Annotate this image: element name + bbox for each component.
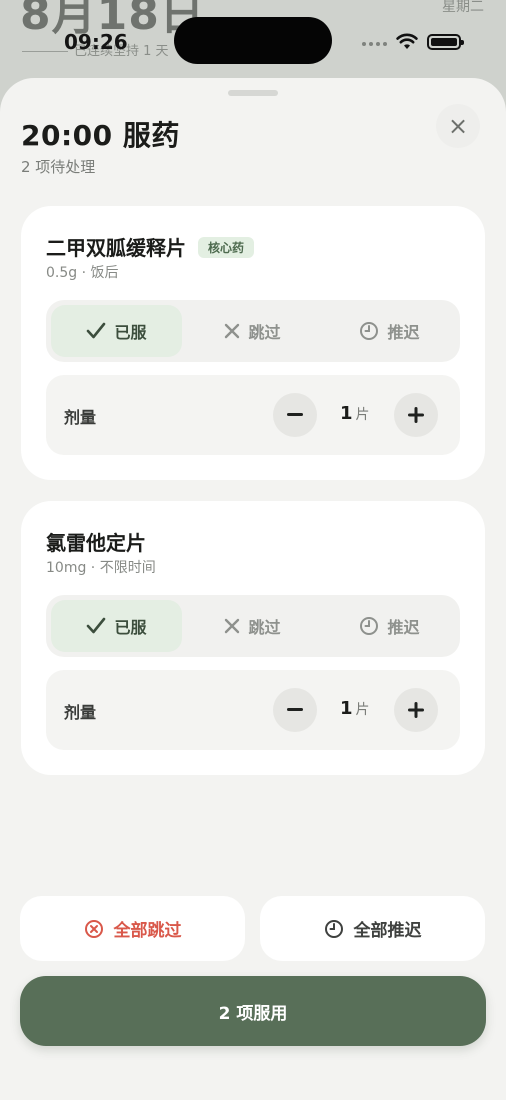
medication-sheet: 20:00 服药 2 项待处理 × 二甲双胍缓释片 核心药 0.5g · 饭后 已… <box>0 78 506 1100</box>
skip-all-button[interactable]: 全部跳过 <box>20 896 245 961</box>
medication-name-row: 二甲双胍缓释片 核心药 <box>46 232 255 261</box>
plus-icon <box>408 702 424 718</box>
taken-button[interactable]: 已服 <box>51 305 182 357</box>
medication-card: 氯雷他定片 10mg · 不限时间 已服 跳过 推迟 剂量 1片 <box>21 501 485 775</box>
skip-all-label: 全部跳过 <box>113 921 182 941</box>
cellular-signal-icon <box>362 42 387 46</box>
postpone-button[interactable]: 推迟 <box>324 305 455 357</box>
minus-icon <box>287 413 303 416</box>
sheet-subtitle: 2 项待处理 <box>21 158 96 176</box>
close-icon: × <box>447 112 469 140</box>
sheet-grabber[interactable] <box>228 90 278 96</box>
dynamic-island <box>174 17 332 64</box>
skip-button[interactable]: 跳过 <box>187 305 318 357</box>
dose-label: 剂量 <box>64 703 97 722</box>
postpone-label: 推迟 <box>387 323 420 342</box>
increase-dose-button[interactable] <box>394 688 438 732</box>
postpone-all-button[interactable]: 全部推迟 <box>260 896 485 961</box>
medication-name: 氯雷他定片 <box>46 531 146 555</box>
close-icon <box>225 618 240 634</box>
taken-label: 已服 <box>114 618 147 637</box>
confirm-taken-button[interactable]: 2 项服用 <box>20 976 486 1046</box>
clock-icon <box>360 617 379 635</box>
core-drug-tag: 核心药 <box>198 237 255 258</box>
dose-value: 1 <box>340 403 353 424</box>
skip-label: 跳过 <box>248 323 281 342</box>
status-segment: 已服 跳过 推迟 <box>46 595 460 657</box>
x-circle-icon <box>84 919 103 938</box>
check-icon <box>87 617 106 634</box>
skip-label: 跳过 <box>248 618 281 637</box>
decrease-dose-button[interactable] <box>273 688 317 732</box>
minus-icon <box>287 708 303 711</box>
confirm-label: 2 项服用 <box>218 1003 288 1024</box>
sheet-title: 20:00 服药 <box>21 119 180 152</box>
close-button[interactable]: × <box>436 104 480 148</box>
plus-icon <box>408 407 424 423</box>
close-icon <box>225 323 240 339</box>
status-time: 09:26 <box>64 30 128 54</box>
dose-unit: 片 <box>355 407 370 423</box>
status-segment: 已服 跳过 推迟 <box>46 300 460 362</box>
medication-card: 二甲双胍缓释片 核心药 0.5g · 饭后 已服 跳过 推迟 剂量 1片 <box>21 206 485 480</box>
medication-name: 二甲双胍缓释片 <box>46 236 186 260</box>
skip-button[interactable]: 跳过 <box>187 600 318 652</box>
dose-row: 剂量 1片 <box>46 670 460 750</box>
clock-icon <box>360 322 379 340</box>
wifi-icon <box>396 33 418 49</box>
dose-value: 1 <box>340 698 353 719</box>
dose-unit: 片 <box>355 702 370 718</box>
postpone-all-label: 全部推迟 <box>353 921 422 941</box>
dose-value-group: 1片 <box>340 698 370 719</box>
medication-meta: 0.5g · 饭后 <box>46 265 119 281</box>
dose-label: 剂量 <box>64 408 97 427</box>
status-bar: 09:26 <box>0 0 506 80</box>
clock-icon <box>324 919 343 938</box>
increase-dose-button[interactable] <box>394 393 438 437</box>
medication-name-row: 氯雷他定片 <box>46 527 146 556</box>
postpone-label: 推迟 <box>387 618 420 637</box>
medication-meta: 10mg · 不限时间 <box>46 560 156 576</box>
check-icon <box>87 322 106 339</box>
decrease-dose-button[interactable] <box>273 393 317 437</box>
dose-value-group: 1片 <box>340 403 370 424</box>
battery-icon <box>427 34 464 50</box>
taken-button[interactable]: 已服 <box>51 600 182 652</box>
dose-row: 剂量 1片 <box>46 375 460 455</box>
postpone-button[interactable]: 推迟 <box>324 600 455 652</box>
taken-label: 已服 <box>114 323 147 342</box>
